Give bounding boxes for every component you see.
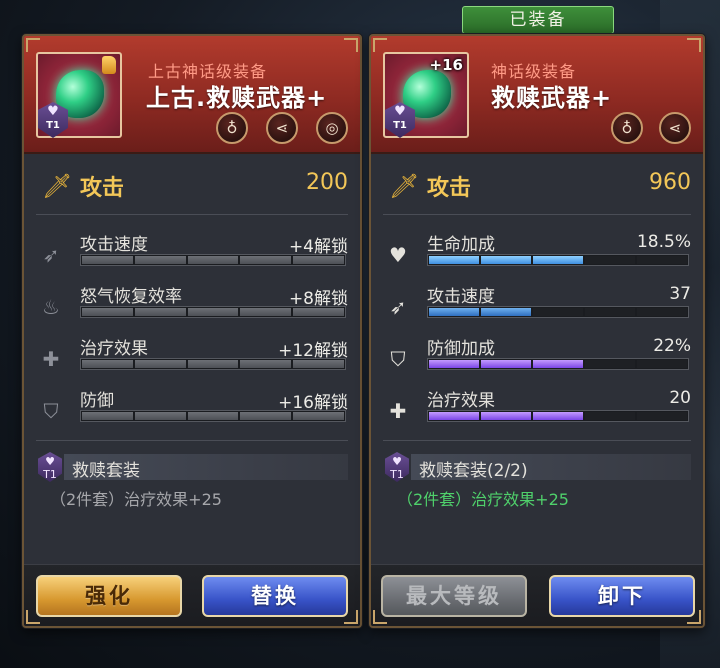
stat-bar	[427, 358, 689, 370]
stat-value: 20	[669, 388, 691, 408]
stat-name: 治疗效果	[80, 339, 148, 359]
replace-button[interactable]: 替换	[202, 575, 348, 617]
attack-label: 攻击	[427, 176, 472, 201]
attack-row: 🗡 攻击 960	[371, 166, 703, 208]
item-name: 上古.救赎武器+	[146, 84, 328, 112]
coin-icon: ◎	[325, 119, 339, 137]
lock-icon: ♁	[621, 119, 633, 137]
compare-button[interactable]: ◎	[316, 112, 348, 144]
share-button[interactable]: ⋖	[659, 112, 691, 144]
stat-bar	[427, 306, 689, 318]
stat-name: 攻击速度	[80, 235, 148, 255]
enhance-level: +16	[429, 56, 463, 74]
life-bonus-icon: ♥	[389, 243, 407, 267]
stat-bar	[80, 306, 346, 318]
stat-row: ✚ 治疗效果 +12解锁	[24, 334, 360, 384]
item-header: ♥ T1 上古神话级装备 上古.救赎武器+ ♁ ⋖ ◎	[24, 36, 360, 154]
set-tier-icon: ♥ T1	[385, 452, 409, 482]
tier-label: T1	[393, 120, 407, 131]
tier-label: T1	[46, 120, 60, 131]
item-header: +16 ♥ T1 神话级装备 救赎武器+ ♁ ⋖	[371, 36, 703, 154]
stat-row: ✚ 治疗效果 20	[371, 386, 703, 436]
stat-row: ⛉ 防御加成 22%	[371, 334, 703, 384]
attack-label: 攻击	[80, 176, 125, 201]
set-bonus: （2件套）治疗效果+25	[397, 490, 569, 509]
healing-icon: ✚	[42, 347, 60, 371]
item-name: 救赎武器+	[491, 84, 613, 112]
sword-icon: 🗡	[42, 172, 73, 200]
stat-row: ➶ 攻击速度 +4解锁	[24, 230, 360, 280]
action-bar: 最大等级 卸下	[371, 564, 703, 626]
stat-bar	[427, 410, 689, 422]
defense-bonus-icon: ⛉	[390, 347, 406, 371]
set-name: 救赎套装	[72, 461, 140, 481]
stat-name: 防御	[80, 391, 114, 411]
lock-button[interactable]: ♁	[611, 112, 643, 144]
lock-icon: ♁	[226, 119, 238, 137]
stat-bar	[80, 254, 346, 266]
stat-bar	[80, 358, 346, 370]
share-icon: ⋖	[275, 119, 289, 137]
stat-row: ⛉ 防御 +16解锁	[24, 386, 360, 436]
healing-icon: ✚	[389, 399, 407, 423]
stat-name: 怒气恢复效率	[80, 287, 182, 307]
attack-row: 🗡 攻击 200	[24, 166, 360, 208]
stat-name: 生命加成	[427, 235, 495, 255]
enhance-button[interactable]: 强化	[36, 575, 182, 617]
attack-speed-icon: ➶	[389, 295, 407, 319]
attack-value: 960	[649, 170, 691, 195]
set-bonus: （2件套）治疗效果+25	[50, 490, 222, 509]
item-icon[interactable]: +16 ♥ T1	[383, 52, 469, 138]
defense-icon: ⛉	[43, 399, 59, 423]
stat-bar	[80, 410, 346, 422]
equipped-tag: 已装备	[462, 6, 614, 34]
upgrade-hand-icon	[102, 56, 116, 74]
stat-value: 18.5%	[636, 232, 691, 252]
set-row: ♥ T1 救赎套装(2/2)	[371, 452, 703, 482]
divider	[36, 214, 348, 215]
set-row: ♥ T1 救赎套装	[24, 452, 360, 482]
attack-value: 200	[306, 170, 348, 195]
stat-row: ♥ 生命加成 18.5%	[371, 230, 703, 280]
divider	[36, 440, 348, 441]
max-level-button[interactable]: 最大等级	[381, 575, 527, 617]
share-button[interactable]: ⋖	[266, 112, 298, 144]
stat-name: 攻击速度	[427, 287, 495, 307]
set-tier-icon: ♥ T1	[38, 452, 62, 482]
share-icon: ⋖	[668, 119, 682, 137]
sword-icon: 🗡	[389, 172, 420, 200]
action-bar: 强化 替换	[24, 564, 360, 626]
stat-bar	[427, 254, 689, 266]
stat-name: 治疗效果	[427, 391, 495, 411]
stat-value: 37	[669, 284, 691, 304]
stat-row: ♨ 怒气恢复效率 +8解锁	[24, 282, 360, 332]
attack-speed-icon: ➶	[42, 243, 60, 267]
unequip-button[interactable]: 卸下	[549, 575, 695, 617]
candidate-equipment-panel: ♥ T1 上古神话级装备 上古.救赎武器+ ♁ ⋖ ◎ 🗡 攻击 200 ➶ 攻…	[22, 34, 362, 628]
divider	[383, 440, 691, 441]
equipped-equipment-panel: +16 ♥ T1 神话级装备 救赎武器+ ♁ ⋖ 🗡 攻击 960 ♥ 生命加成…	[369, 34, 705, 628]
lock-button[interactable]: ♁	[216, 112, 248, 144]
stat-name: 防御加成	[427, 339, 495, 359]
item-icon[interactable]: ♥ T1	[36, 52, 122, 138]
divider	[383, 214, 691, 215]
rage-recovery-icon: ♨	[42, 295, 60, 319]
stat-value: 22%	[653, 336, 691, 356]
stat-row: ➶ 攻击速度 37	[371, 282, 703, 332]
set-name: 救赎套装(2/2)	[419, 461, 528, 481]
